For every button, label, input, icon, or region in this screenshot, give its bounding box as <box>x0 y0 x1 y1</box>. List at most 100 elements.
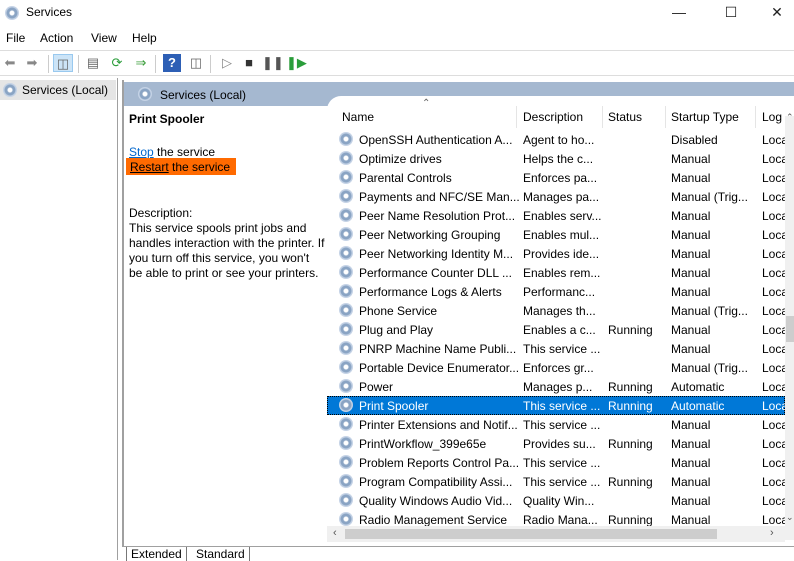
table-row[interactable]: Peer Name Resolution Prot... Enables serv… <box>327 206 788 225</box>
table-row[interactable]: Plug and Play Enables a c... Running Manual… <box>327 320 788 339</box>
menu-action[interactable]: Action <box>40 31 73 45</box>
description-cell: Enables rem... <box>523 266 601 280</box>
scroll-up-icon[interactable]: ⌃ <box>786 112 794 123</box>
table-row[interactable]: Problem Reports Control Pa... This servic… <box>327 453 788 472</box>
horizontal-scrollbar[interactable]: ‹ › <box>327 526 785 542</box>
vertical-scroll-thumb[interactable] <box>786 316 794 342</box>
table-row[interactable]: PNRP Machine Name Publi... This service .… <box>327 339 788 358</box>
resume-icon[interactable]: ❚▶ <box>286 54 307 72</box>
startup-type-cell: Manual <box>671 247 711 261</box>
maximize-button[interactable]: ☐ <box>708 0 754 26</box>
startup-type-cell: Manual <box>671 513 711 527</box>
table-row[interactable]: Parental Controls Enforces pa... Manual Loc… <box>327 168 788 187</box>
tree-item-services-local[interactable]: Services (Local) <box>0 80 116 100</box>
startup-type-cell: Manual <box>671 266 711 280</box>
minimize-button[interactable]: — <box>656 0 702 26</box>
scroll-right-icon[interactable]: › <box>770 527 774 539</box>
column-divider[interactable] <box>602 106 603 128</box>
table-row[interactable]: PrintWorkflow_399e65e Provides su... Runni… <box>327 434 788 453</box>
stop-icon[interactable]: ■ <box>240 54 258 72</box>
vertical-scrollbar[interactable]: ⌃ ⌄ <box>785 112 794 540</box>
refresh-icon[interactable]: ⟳ <box>108 54 126 72</box>
startup-type-cell: Manual (Trig... <box>671 361 748 375</box>
close-button[interactable]: ✕ <box>754 0 794 26</box>
column-divider[interactable] <box>665 106 666 128</box>
service-gear-icon <box>339 284 353 298</box>
description-cell: Provides su... <box>523 437 596 451</box>
table-row[interactable]: Printer Extensions and Notif... This serv… <box>327 415 788 434</box>
startup-type-cell: Manual (Trig... <box>671 190 748 204</box>
horizontal-scroll-thumb[interactable] <box>345 529 717 539</box>
column-header-status[interactable]: Status <box>608 110 642 124</box>
scroll-left-icon[interactable]: ‹ <box>333 527 337 539</box>
column-header-description[interactable]: Description <box>523 110 583 124</box>
scroll-down-icon[interactable]: ⌄ <box>786 512 794 523</box>
forward-arrow-icon[interactable]: ➡ <box>23 54 41 72</box>
table-row[interactable]: Program Compatibility Assi... This servic… <box>327 472 788 491</box>
column-header-startup-type[interactable]: Startup Type <box>671 110 739 124</box>
description-cell: Performanc... <box>523 285 596 299</box>
startup-type-cell: Manual <box>671 228 711 242</box>
description-cell: Enforces pa... <box>523 171 598 185</box>
table-row[interactable]: Peer Networking Grouping Enables mul... Ma… <box>327 225 788 244</box>
service-gear-icon <box>339 398 353 412</box>
service-gear-icon <box>339 436 353 450</box>
table-row[interactable]: OpenSSH Authentication A... Agent to ho..… <box>327 130 788 149</box>
restart-text: the service <box>168 160 231 174</box>
tab-standard[interactable]: Standard <box>192 547 250 561</box>
status-cell: Running <box>608 380 653 394</box>
menu-file[interactable]: File <box>6 31 25 45</box>
console-tree: Services (Local) <box>0 78 118 560</box>
stop-text: the service <box>153 145 216 159</box>
table-row[interactable]: Portable Device Enumerator... Enforces gr… <box>327 358 788 377</box>
column-divider[interactable] <box>755 106 756 128</box>
column-divider[interactable] <box>516 106 517 128</box>
service-name-cell: Parental Controls <box>359 171 452 185</box>
startup-type-cell: Automatic <box>671 380 725 394</box>
menu-help[interactable]: Help <box>132 31 157 45</box>
console-tree-icon[interactable]: ◫ <box>53 54 73 72</box>
restart-link[interactable]: Restart <box>130 160 169 174</box>
menu-view[interactable]: View <box>91 31 117 45</box>
table-row[interactable]: Optimize drives Helps the c... Manual Loca <box>327 149 788 168</box>
service-gear-icon <box>339 322 353 336</box>
tab-extended[interactable]: Extended <box>126 547 187 561</box>
status-cell: Running <box>608 437 653 451</box>
table-row[interactable]: Performance Counter DLL ... Enables rem..… <box>327 263 788 282</box>
description-cell: This service ... <box>523 475 601 489</box>
service-gear-icon <box>339 493 353 507</box>
table-row[interactable]: Performance Logs & Alerts Performanc... Ma… <box>327 282 788 301</box>
pause-icon[interactable]: ❚❚ <box>262 54 284 72</box>
description-cell: Radio Mana... <box>523 513 598 527</box>
service-detail-pane: Print Spooler Stop the service Restart t… <box>124 106 327 546</box>
table-row[interactable]: Power Manages p... Running Automatic Loca <box>327 377 788 396</box>
description-cell: Helps the c... <box>523 152 594 166</box>
start-icon[interactable]: ▷ <box>218 54 236 72</box>
service-name-cell: Quality Windows Audio Vid... <box>359 494 513 508</box>
startup-type-cell: Manual <box>671 209 711 223</box>
description-cell: Manages pa... <box>523 190 600 204</box>
service-gear-icon <box>339 170 353 184</box>
startup-type-cell: Manual <box>671 437 711 451</box>
action-pane-icon[interactable]: ◫ <box>187 54 205 72</box>
title-bar: Services — ☐ ✕ <box>0 0 794 26</box>
column-header-log-on-as[interactable]: Log <box>762 110 782 124</box>
service-gear-icon <box>339 151 353 165</box>
service-gear-icon <box>339 303 353 317</box>
column-header-name[interactable]: Name <box>342 110 374 124</box>
help-icon[interactable]: ? <box>163 54 181 72</box>
table-row[interactable]: Print Spooler This service ... Running Auto… <box>327 396 788 415</box>
table-row[interactable]: Peer Networking Identity M... Provides id… <box>327 244 788 263</box>
service-name-cell: PrintWorkflow_399e65e <box>359 437 487 451</box>
table-row[interactable]: Quality Windows Audio Vid... Quality Win.… <box>327 491 788 510</box>
startup-type-cell: Manual <box>671 475 711 489</box>
startup-type-cell: Manual <box>671 171 711 185</box>
back-arrow-icon[interactable]: ⬅ <box>1 54 19 72</box>
stop-link[interactable]: Stop <box>129 145 154 159</box>
table-row[interactable]: Phone Service Manages th... Manual (Trig..… <box>327 301 788 320</box>
toolbar-divider <box>210 55 211 73</box>
export-list-icon[interactable]: ⇒ <box>132 54 150 72</box>
properties-icon[interactable]: ▤ <box>84 54 102 72</box>
table-row[interactable]: Payments and NFC/SE Man... Manages pa... M… <box>327 187 788 206</box>
view-tabs: Extended Standard <box>122 546 794 561</box>
